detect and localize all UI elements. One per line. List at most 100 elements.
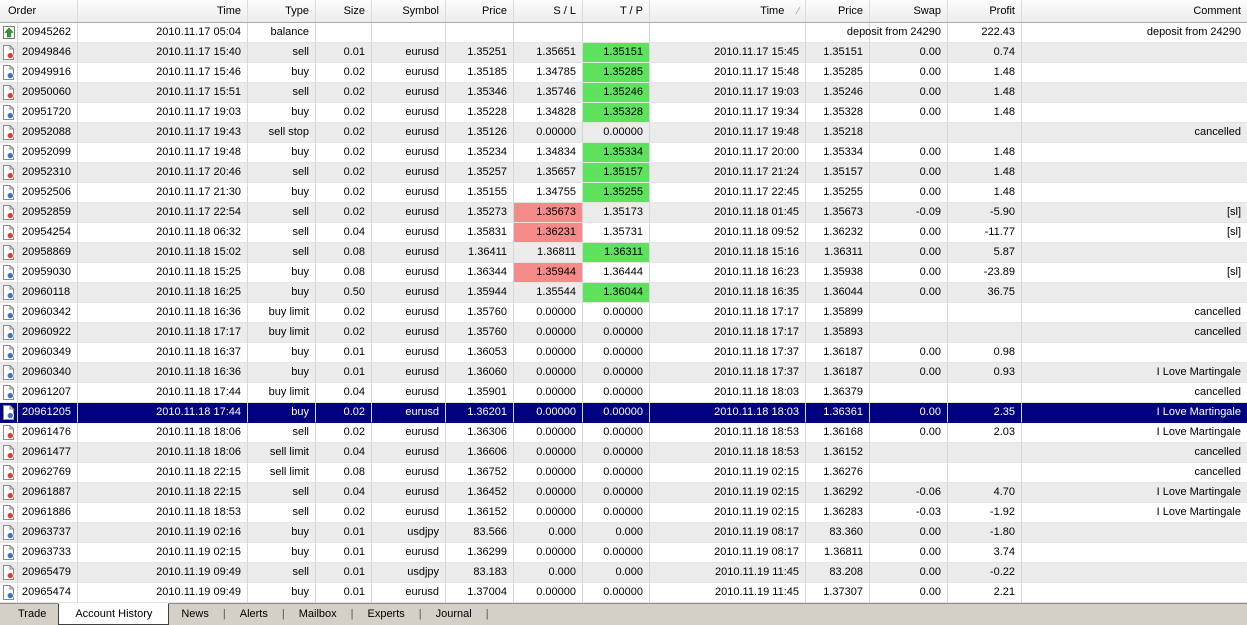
table-row[interactable]: 20960342 2010.11.18 16:36 buy limit 0.02 eur… — [0, 303, 1247, 323]
column-header-open_time[interactable]: Time — [78, 0, 248, 22]
table-row[interactable]: 20959030 2010.11.18 15:25 buy 0.08 eurusd 1.3… — [0, 263, 1247, 283]
table-row[interactable]: 20965479 2010.11.19 09:49 sell 0.01 usdjpy 83… — [0, 563, 1247, 583]
column-header-sl[interactable]: S / L — [514, 0, 583, 22]
cell-close_time: 2010.11.17 22:45 — [650, 183, 806, 203]
table-row[interactable]: 20950060 2010.11.17 15:51 sell 0.02 eurusd 1.… — [0, 83, 1247, 103]
sell-order-icon — [0, 83, 18, 103]
cell-size: 0.02 — [316, 423, 372, 443]
table-row[interactable]: 20961207 2010.11.18 17:44 buy limit 0.04 eur… — [0, 383, 1247, 403]
table-row[interactable]: 20949916 2010.11.17 15:46 buy 0.02 eurusd 1.3… — [0, 63, 1247, 83]
cell-price: 1.37004 — [446, 583, 514, 603]
table-row[interactable]: 20961476 2010.11.18 18:06 sell 0.02 eurusd 1.… — [0, 423, 1247, 443]
cell-sl: 1.36231 — [514, 223, 583, 243]
table-row[interactable]: 20961205 2010.11.18 17:44 buy 0.02 eurusd 1.3… — [0, 403, 1247, 423]
cell-swap: 0.00 — [870, 183, 948, 203]
cell-tp: 0.00000 — [583, 503, 650, 523]
cell-close_time: 2010.11.18 18:03 — [650, 403, 806, 423]
column-header-tp[interactable]: T / P — [583, 0, 650, 22]
cell-comment: cancelled — [1022, 463, 1247, 483]
tab-separator: | — [350, 608, 354, 620]
cell-open_time: 2010.11.18 15:02 — [78, 243, 248, 263]
cell-type: sell — [248, 423, 316, 443]
cell-type: buy — [248, 63, 316, 83]
cell-sl: 1.35673 — [514, 203, 583, 223]
cell-tp: 0.00000 — [583, 383, 650, 403]
cell-symbol: eurusd — [372, 223, 446, 243]
cell-symbol: eurusd — [372, 43, 446, 63]
cell-close_time: 2010.11.19 08:17 — [650, 523, 806, 543]
tab-trade[interactable]: Trade — [6, 604, 58, 625]
table-row[interactable]: 20951720 2010.11.17 19:03 buy 0.02 eurusd 1.3… — [0, 103, 1247, 123]
cell-order: 20958869 — [18, 243, 78, 263]
table-row[interactable]: 20965474 2010.11.19 09:49 buy 0.01 eurusd 1.3… — [0, 583, 1247, 603]
cell-tp: 0.00000 — [583, 343, 650, 363]
cell-price: 1.35831 — [446, 223, 514, 243]
cell-symbol: eurusd — [372, 423, 446, 443]
table-row[interactable]: 20952099 2010.11.17 19:48 buy 0.02 eurusd 1.3… — [0, 143, 1247, 163]
table-row[interactable]: 20960340 2010.11.18 16:36 buy 0.01 eurusd 1.3… — [0, 363, 1247, 383]
column-header-close_price[interactable]: Price — [806, 0, 870, 22]
tab-account-history[interactable]: Account History — [58, 603, 170, 625]
table-row[interactable]: 20962769 2010.11.18 22:15 sell limit 0.08 eu… — [0, 463, 1247, 483]
tab-mailbox[interactable]: Mailbox — [287, 604, 349, 625]
table-row[interactable]: 20958869 2010.11.18 15:02 sell 0.08 eurusd 1.… — [0, 243, 1247, 263]
column-header-order[interactable]: Order — [0, 0, 78, 22]
cell-type: buy — [248, 143, 316, 163]
tab-experts[interactable]: Experts — [355, 604, 416, 625]
cell-price: 1.35257 — [446, 163, 514, 183]
table-row[interactable]: 20961887 2010.11.18 22:15 sell 0.04 eurusd 1.… — [0, 483, 1247, 503]
cell-size: 0.50 — [316, 283, 372, 303]
cell-price: 1.35760 — [446, 323, 514, 343]
cell-price: 1.35901 — [446, 383, 514, 403]
column-header-price[interactable]: Price — [446, 0, 514, 22]
column-header-comment[interactable]: Comment — [1022, 0, 1247, 22]
table-row[interactable]: 20961886 2010.11.18 18:53 sell 0.02 eurusd 1.… — [0, 503, 1247, 523]
table-row[interactable]: 20960922 2010.11.18 17:17 buy limit 0.02 eur… — [0, 323, 1247, 343]
cell-type: buy limit — [248, 303, 316, 323]
table-row[interactable]: 20952859 2010.11.17 22:54 sell 0.02 eurusd 1.… — [0, 203, 1247, 223]
table-row[interactable]: 20949846 2010.11.17 15:40 sell 0.01 eurusd 1.… — [0, 43, 1247, 63]
tab-news[interactable]: News — [169, 604, 221, 625]
table-row[interactable]: 20960349 2010.11.18 16:37 buy 0.01 eurusd 1.3… — [0, 343, 1247, 363]
cell-close_price: 1.36283 — [806, 503, 870, 523]
cell-order: 20959030 — [18, 263, 78, 283]
cell-open_time: 2010.11.18 18:53 — [78, 503, 248, 523]
tab-alerts[interactable]: Alerts — [228, 604, 280, 625]
cell-tp: 0.000 — [583, 523, 650, 543]
sell-order-icon — [0, 123, 18, 143]
cell-open_time: 2010.11.18 16:37 — [78, 343, 248, 363]
column-header-type[interactable]: Type — [248, 0, 316, 22]
cell-size: 0.02 — [316, 103, 372, 123]
cell-profit: 1.48 — [948, 83, 1022, 103]
table-row[interactable]: 20961477 2010.11.18 18:06 sell limit 0.04 eu… — [0, 443, 1247, 463]
cell-close_price: 1.35151 — [806, 43, 870, 63]
cell-size: 0.08 — [316, 463, 372, 483]
table-row[interactable]: 20963733 2010.11.19 02:15 buy 0.01 eurusd 1.3… — [0, 543, 1247, 563]
table-row[interactable]: 20952310 2010.11.17 20:46 sell 0.02 eurusd 1.… — [0, 163, 1247, 183]
cell-price: 1.36606 — [446, 443, 514, 463]
buy-order-icon — [0, 103, 18, 123]
buy-order-icon — [0, 583, 18, 603]
cell-tp: 0.00000 — [583, 303, 650, 323]
table-row[interactable]: 20960118 2010.11.18 16:25 buy 0.50 eurusd 1.3… — [0, 283, 1247, 303]
sell-order-icon — [0, 163, 18, 183]
cell-type: sell — [248, 483, 316, 503]
tab-journal[interactable]: Journal — [424, 604, 484, 625]
cell-symbol: eurusd — [372, 463, 446, 483]
cell-comment — [1022, 283, 1247, 303]
table-row[interactable]: 20945262 2010.11.17 05:04 balance deposit f… — [0, 23, 1247, 43]
cell-open_time: 2010.11.17 21:30 — [78, 183, 248, 203]
column-header-profit[interactable]: Profit — [948, 0, 1022, 22]
table-row[interactable]: 20963737 2010.11.19 02:16 buy 0.01 usdjpy 83.… — [0, 523, 1247, 543]
sell-order-icon — [0, 483, 18, 503]
cell-sl: 0.00000 — [514, 483, 583, 503]
table-row[interactable]: 20954254 2010.11.18 06:32 sell 0.04 eurusd 1.… — [0, 223, 1247, 243]
table-row[interactable]: 20952506 2010.11.17 21:30 buy 0.02 eurusd 1.3… — [0, 183, 1247, 203]
column-header-symbol[interactable]: Symbol — [372, 0, 446, 22]
table-row[interactable]: 20952088 2010.11.17 19:43 sell stop 0.02 eur… — [0, 123, 1247, 143]
column-header-size[interactable]: Size — [316, 0, 372, 22]
cell-swap: 0.00 — [870, 163, 948, 183]
column-header-close_time[interactable]: Time ∕ — [650, 0, 806, 22]
column-header-swap[interactable]: Swap — [870, 0, 948, 22]
cell-order: 20961887 — [18, 483, 78, 503]
